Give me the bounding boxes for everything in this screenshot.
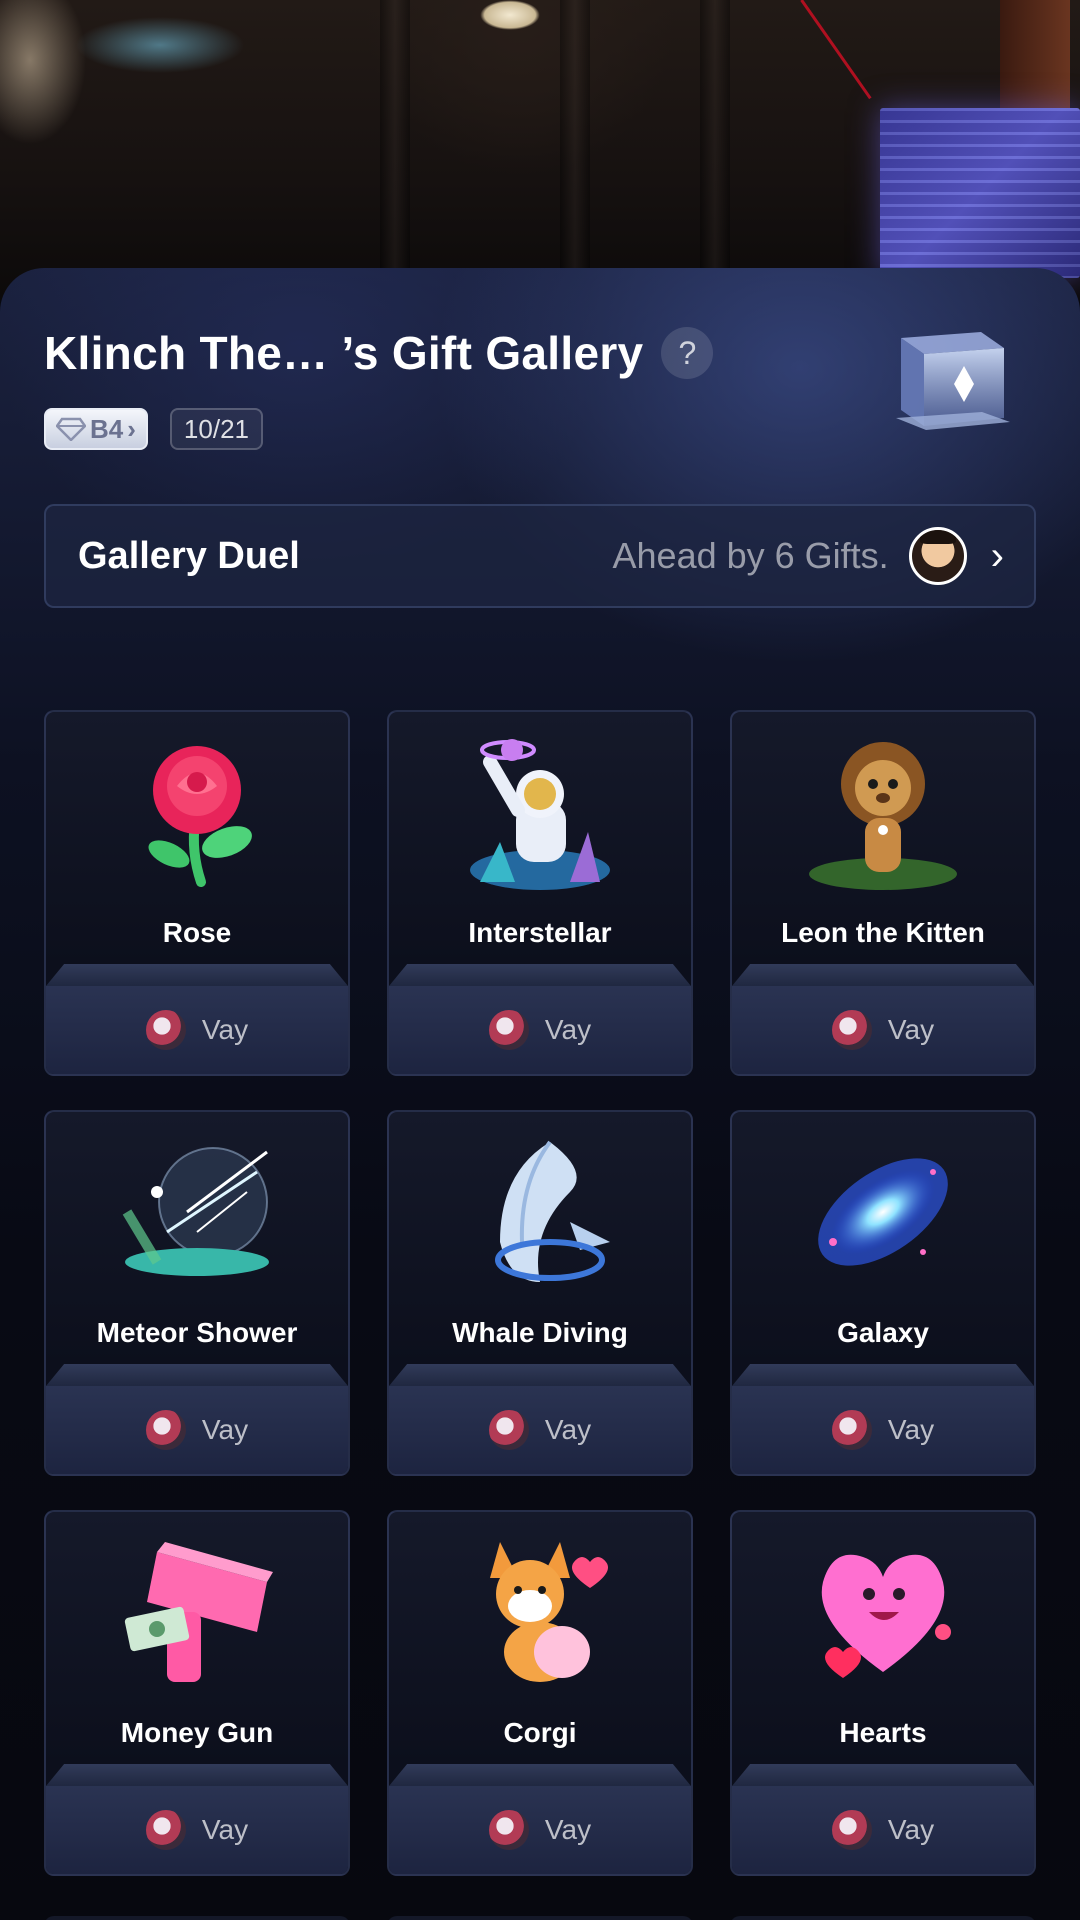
gallery-header: Klinch The… ’s Gift Gallery ? — [44, 326, 714, 380]
display-shelf — [389, 1764, 691, 1786]
gift-grid: Rose Vay Interstellar Vay Leon the Kitte… — [44, 710, 1036, 1876]
gift-card-corgi[interactable]: Corgi Vay — [387, 1510, 693, 1876]
gift-card-leon-the-kitten[interactable]: Leon the Kitten Vay — [730, 710, 1036, 1076]
gift-name: Interstellar — [468, 917, 612, 948]
curtain-fold — [380, 0, 410, 300]
curtain-fold — [700, 0, 730, 300]
chevron-right-icon: › — [990, 533, 1004, 578]
gift-name: Galaxy — [837, 1317, 929, 1348]
gift-name: Money Gun — [120, 1717, 274, 1748]
gift-gallery-sheet: Klinch The… ’s Gift Gallery ? B4 › 10/21… — [0, 268, 1080, 1920]
sender-name: Vay — [544, 1414, 592, 1445]
page-title: Klinch The… ’s Gift Gallery — [44, 327, 644, 379]
gift-name: Leon the Kitten — [781, 917, 985, 948]
sender-avatar — [488, 1810, 529, 1850]
gift-sender: Vay — [732, 986, 1034, 1074]
sender-avatar — [831, 1010, 872, 1050]
gift-card-money-gun[interactable]: Money Gun Vay — [44, 1510, 350, 1876]
next-row-peek — [44, 1916, 1036, 1920]
sender-avatar — [831, 1810, 872, 1850]
duel-title: Gallery Duel — [78, 534, 300, 577]
gift-sender: Vay — [389, 1386, 691, 1474]
sender-avatar — [145, 1010, 186, 1050]
meteor-icon — [122, 1147, 269, 1276]
display-shelf — [46, 1364, 348, 1386]
whale-icon — [495, 1140, 610, 1282]
sender-name: Vay — [887, 1814, 935, 1845]
hearts-icon — [821, 1554, 951, 1678]
sender-name: Vay — [201, 1014, 249, 1045]
lion-icon — [809, 742, 957, 890]
display-shelf — [389, 964, 691, 986]
gift-card-whale-diving[interactable]: Whale Diving Vay — [387, 1110, 693, 1476]
opponent-avatar — [908, 527, 967, 585]
gallery-duel-bar[interactable]: Gallery Duel Ahead by 6 Gifts. › — [44, 504, 1036, 608]
gift-card-meteor-shower[interactable]: Meteor Shower Vay — [44, 1110, 350, 1476]
gift-name: Meteor Shower — [96, 1317, 298, 1348]
sender-avatar — [831, 1410, 872, 1450]
gift-sender: Vay — [46, 986, 348, 1074]
sender-name: Vay — [201, 1814, 249, 1845]
gift-sender: Vay — [732, 1386, 1034, 1474]
live-video-background — [0, 0, 1080, 300]
gift-card-interstellar[interactable]: Interstellar Vay — [387, 710, 693, 1076]
gift-name: Corgi — [503, 1717, 577, 1748]
chevron-right-icon: › — [127, 413, 136, 444]
corgi-icon — [490, 1542, 608, 1682]
display-shelf — [732, 964, 1034, 986]
display-shelf — [732, 1764, 1034, 1786]
gift-sender: Vay — [389, 1786, 691, 1874]
display-shelf — [732, 1364, 1034, 1386]
sender-name: Vay — [887, 1414, 935, 1445]
sender-name: Vay — [201, 1414, 249, 1445]
gift-sender: Vay — [46, 1386, 348, 1474]
sender-name: Vay — [544, 1814, 592, 1845]
gift-sender: Vay — [389, 986, 691, 1074]
gift-name: Rose — [162, 917, 232, 948]
gift-card-hearts[interactable]: Hearts Vay — [730, 1510, 1036, 1876]
sender-avatar — [145, 1410, 186, 1450]
sender-avatar — [488, 1410, 529, 1450]
display-shelf — [46, 964, 348, 986]
astronaut-icon — [470, 739, 610, 890]
display-shelf — [389, 1364, 691, 1386]
gift-name: Hearts — [839, 1717, 927, 1748]
gift-card-partial[interactable] — [44, 1916, 350, 1920]
gift-sender: Vay — [732, 1786, 1034, 1874]
gallery-cube-icon — [896, 332, 1010, 430]
display-shelf — [46, 1764, 348, 1786]
sender-avatar — [145, 1810, 186, 1850]
sender-name: Vay — [544, 1014, 592, 1045]
galaxy-icon — [818, 1158, 948, 1266]
duel-status: Ahead by 6 Gifts. — [612, 535, 889, 576]
rose-icon — [148, 746, 252, 887]
money-gun-icon — [124, 1542, 273, 1682]
level-badge[interactable]: B4 › — [44, 408, 148, 450]
curtain-fold — [560, 0, 590, 300]
wooden-stand — [1000, 0, 1070, 110]
gift-count-badge: 10/21 — [169, 408, 263, 450]
sender-name: Vay — [887, 1014, 935, 1045]
level-label: B4 — [90, 413, 124, 444]
gift-sender: Vay — [46, 1786, 348, 1874]
help-button[interactable]: ? — [661, 327, 714, 379]
gift-card-galaxy[interactable]: Galaxy Vay — [730, 1110, 1036, 1476]
monitor-screen — [880, 108, 1080, 278]
sender-avatar — [488, 1010, 529, 1050]
gift-card-partial[interactable] — [730, 1916, 1036, 1920]
gift-card-rose[interactable]: Rose Vay — [44, 710, 350, 1076]
diamond-icon — [56, 417, 86, 441]
gallery-badges: B4 › 10/21 — [44, 408, 263, 450]
cable — [800, 0, 872, 100]
gift-name: Whale Diving — [452, 1317, 628, 1348]
lamp — [480, 0, 540, 30]
gift-card-partial[interactable] — [387, 1916, 693, 1920]
